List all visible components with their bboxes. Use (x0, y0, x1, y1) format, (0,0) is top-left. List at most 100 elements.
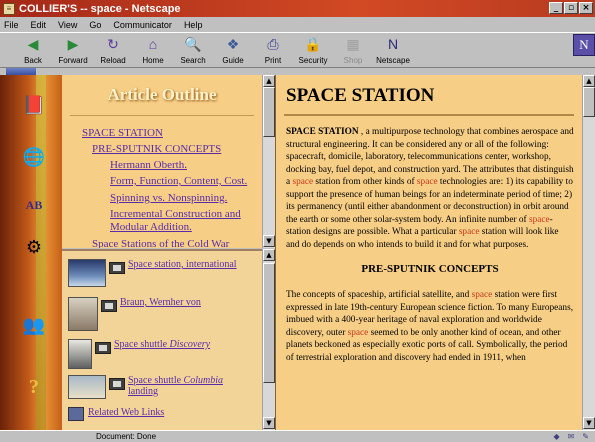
media-list-pane: Space station, international Braun, Wern… (62, 249, 262, 430)
outline-link-space-station[interactable]: SPACE STATION (82, 127, 163, 139)
article-title: SPACE STATION (286, 85, 435, 106)
reload-icon: ↻ (107, 35, 119, 52)
web-links-icon[interactable] (68, 407, 84, 421)
print-icon: ⎙ (267, 35, 279, 52)
article-paragraph-1: SPACE STATION , a multipurpose technolog… (286, 126, 574, 251)
media-link-columbia-text: Space shuttle (128, 375, 184, 386)
scroll-up-icon[interactable]: ▲ (263, 249, 275, 261)
outline-link-pre-sputnik[interactable]: PRE-SPUTNIK CONCEPTS (92, 143, 221, 155)
scroll-down-icon[interactable]: ▼ (583, 417, 595, 429)
text-run: The concepts of spaceship, artificial sa… (286, 290, 472, 300)
toolbar-label: Search (180, 56, 206, 65)
media-scrollbar[interactable]: ▲ ▼ (262, 249, 275, 430)
outline-link-modular[interactable]: Modular Addition. (110, 221, 192, 233)
composer-status-icon[interactable]: ✎ (582, 432, 589, 441)
print-button[interactable]: ⎙ Print (254, 33, 292, 67)
scroll-down-icon[interactable]: ▼ (263, 417, 275, 429)
outline-link-form-function[interactable]: Form, Function, Content, Cost. (110, 175, 247, 187)
search-highlight: space (528, 214, 550, 225)
media-item: Space station, international (68, 259, 237, 287)
outline-divider (70, 115, 254, 116)
guide-button[interactable]: ❖ Guide (214, 33, 252, 67)
reload-button[interactable]: ↻ Reload (94, 33, 132, 67)
outline-link-spinning[interactable]: Spinning vs. Nonspinning. (110, 192, 227, 204)
article-pane: SPACE STATION SPACE STATION , a multipur… (276, 75, 582, 430)
shop-icon: ▦ (346, 35, 360, 52)
video-icon[interactable] (95, 342, 111, 354)
scroll-thumb[interactable] (263, 87, 275, 137)
scroll-up-icon[interactable]: ▲ (263, 75, 275, 87)
menu-help[interactable]: Help (184, 20, 203, 30)
toolbar-label: Print (264, 56, 282, 65)
scroll-thumb[interactable] (583, 87, 595, 117)
netscape-button[interactable]: N Netscape (374, 33, 412, 67)
shop-button[interactable]: ▦ Shop (334, 33, 372, 67)
toolbar-label: Reload (100, 56, 126, 65)
search-button[interactable]: 🔍 Search (174, 33, 212, 67)
media-item: Related Web Links (68, 407, 164, 421)
netscape-icon: N (387, 36, 399, 52)
mail-status-icon[interactable]: ✉ (568, 432, 575, 441)
media-link-braun[interactable]: Braun, Wernher von (120, 297, 201, 308)
security-status-icon[interactable]: ◆ (553, 432, 559, 441)
close-button[interactable]: × (579, 2, 593, 14)
maximize-button[interactable]: ▫ (564, 2, 578, 14)
shuttle-columbia-thumbnail[interactable] (68, 375, 106, 399)
security-button[interactable]: 🔒 Security (294, 33, 332, 67)
menu-go[interactable]: Go (89, 20, 101, 30)
media-link-discovery-text: Space shuttle (114, 339, 170, 350)
media-link-space-station[interactable]: Space station, international (128, 259, 237, 270)
lead-term: SPACE STATION (286, 127, 359, 137)
back-button[interactable]: ◀ Back (14, 33, 52, 67)
outline-scrollbar[interactable]: ▲ ▼ (262, 75, 275, 248)
toolbar-label: Netscape (376, 56, 410, 65)
section-heading: PRE-SPUTNIK CONCEPTS (361, 263, 499, 275)
media-link-columbia[interactable]: Space shuttle Columbia landing (128, 375, 223, 397)
media-link-related-web-links[interactable]: Related Web Links (88, 407, 164, 418)
security-lock-icon: 🔒 (304, 35, 322, 52)
forward-arrow-icon: ▶ (67, 35, 79, 52)
braun-portrait-thumbnail[interactable] (68, 297, 98, 331)
toolbar-label: Home (142, 56, 164, 65)
shuttle-discovery-thumbnail[interactable] (68, 339, 92, 369)
search-highlight: space (347, 327, 369, 338)
scroll-thumb[interactable] (263, 263, 275, 383)
forward-button[interactable]: ▶ Forward (54, 33, 92, 67)
video-icon[interactable] (109, 378, 125, 390)
people-icon[interactable]: 👥 (22, 313, 46, 337)
menu-communicator[interactable]: Communicator (113, 20, 172, 30)
scroll-up-icon[interactable]: ▲ (583, 75, 595, 87)
search-highlight: space (458, 227, 480, 237)
globe-icon[interactable]: 🌐 (22, 145, 46, 169)
home-button[interactable]: ⌂ Home (134, 33, 172, 67)
menu-view[interactable]: View (58, 20, 77, 30)
media-item: Space shuttle Columbia landing (68, 375, 223, 399)
outline-link-incremental[interactable]: Incremental Construction and (110, 208, 241, 220)
menu-bar: File Edit View Go Communicator Help (0, 17, 595, 32)
video-icon[interactable] (101, 300, 117, 312)
scroll-down-icon[interactable]: ▼ (263, 235, 275, 247)
home-icon: ⌂ (148, 36, 158, 52)
video-icon[interactable] (109, 262, 125, 274)
book-icon[interactable]: 📕 (22, 93, 46, 117)
alphabet-icon[interactable]: AB (22, 193, 46, 217)
outline-link-hermann-oberth[interactable]: Hermann Oberth. (110, 159, 187, 171)
space-station-thumbnail[interactable] (68, 259, 106, 287)
search-highlight: space (471, 290, 493, 300)
toolbar-grip[interactable] (6, 68, 36, 75)
netscape-logo-icon[interactable]: N (573, 34, 595, 56)
guide-icon: ❖ (226, 35, 240, 52)
media-link-discovery[interactable]: Space shuttle Discovery (114, 339, 210, 350)
menu-edit[interactable]: Edit (31, 20, 47, 30)
location-strip (0, 68, 595, 75)
window-title: COLLIER'S -- space - Netscape (19, 2, 181, 15)
outline-link-cold-war[interactable]: Space Stations of the Cold War (92, 238, 229, 248)
article-scrollbar[interactable]: ▲ ▼ (582, 75, 595, 430)
media-item: Braun, Wernher von (68, 297, 201, 331)
help-question-icon[interactable]: ? (22, 375, 46, 399)
title-rule (284, 114, 574, 116)
minimize-button[interactable]: _ (549, 2, 563, 14)
gear-icon[interactable]: ⚙ (22, 235, 46, 259)
menu-file[interactable]: File (4, 20, 19, 30)
status-bar: Document: Done ◆ ✉ ✎ (0, 430, 595, 442)
